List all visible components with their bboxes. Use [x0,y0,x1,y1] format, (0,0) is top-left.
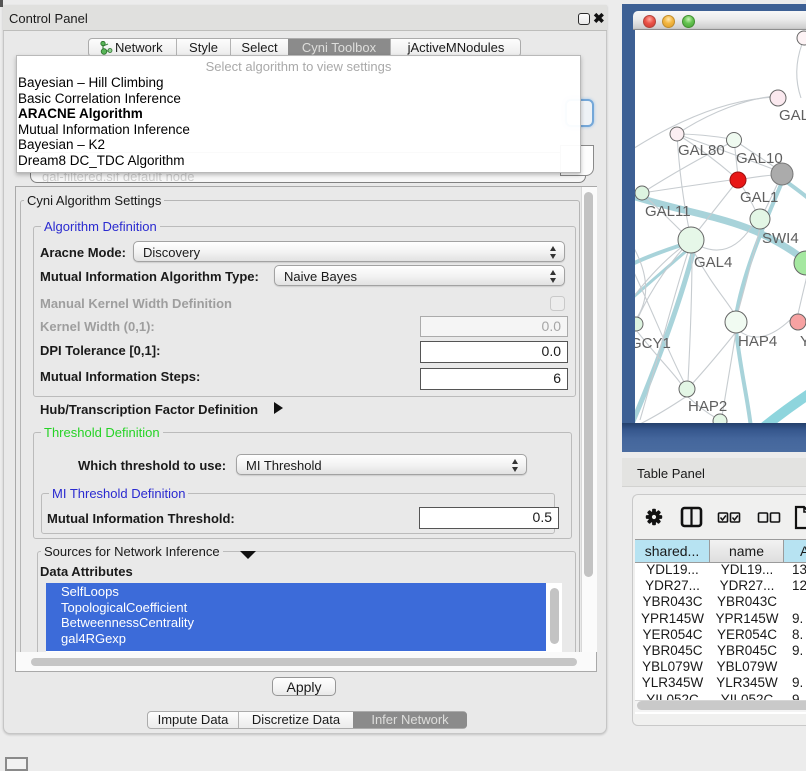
svg-text:GAL7: GAL7 [779,107,806,124]
svg-text:YI: YI [800,333,806,350]
svg-text:SWI4: SWI4 [762,230,799,247]
svg-text:GCY1: GCY1 [635,335,671,352]
svg-text:GAL11: GAL11 [645,203,691,220]
svg-text:GAL1: GAL1 [740,189,778,206]
svg-text:GAL4: GAL4 [694,254,732,271]
svg-text:HAP4: HAP4 [738,333,777,350]
svg-text:GAL10: GAL10 [736,150,783,167]
svg-text:HAP2: HAP2 [688,398,727,415]
svg-text:GAL80: GAL80 [678,142,725,159]
